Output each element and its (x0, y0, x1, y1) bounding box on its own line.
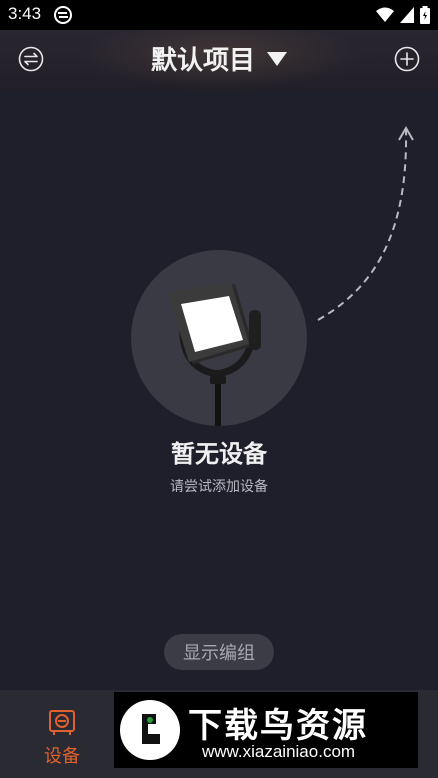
project-title: 默认项目 (150, 46, 255, 76)
watermark-banner: 下载鸟资源 www.xiazainiao.com (114, 692, 418, 768)
empty-device-illustration (131, 250, 307, 426)
device-tab-icon (49, 710, 75, 735)
add-hint-arrow (317, 126, 414, 321)
status-indicators (376, 6, 430, 24)
empty-state-title: 暂无设备 (171, 440, 267, 468)
signal-icon (400, 7, 414, 23)
tab-device-label: 设备 (44, 746, 80, 767)
add-icon[interactable] (392, 44, 422, 74)
project-selector[interactable]: 默认项目 (0, 40, 438, 77)
light-panel-icon (167, 282, 261, 426)
watermark-logo (120, 700, 180, 760)
dropdown-caret-icon (267, 51, 287, 66)
empty-state-subtitle: 请尝试添加设备 (170, 479, 268, 495)
wifi-icon (376, 7, 394, 22)
show-group-button[interactable]: 显示编组 (164, 634, 274, 670)
app-notification-icon (54, 6, 72, 24)
bird-logo-icon (142, 714, 160, 744)
watermark-url: www.xiazainiao.com (202, 742, 356, 761)
status-time: 3:43 (8, 4, 42, 23)
battery-icon (420, 6, 430, 24)
status-bar: 3:43 (0, 0, 438, 30)
top-app-bar: 默认项目 (0, 30, 438, 90)
tab-device[interactable]: 设备 (30, 708, 94, 772)
watermark-title: 下载鸟资源 (188, 706, 368, 746)
